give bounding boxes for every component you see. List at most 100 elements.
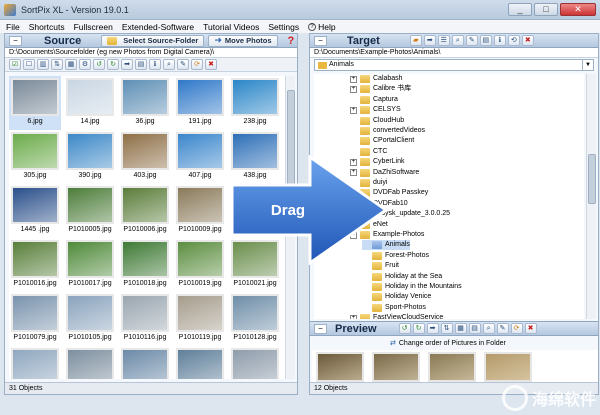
refresh-icon[interactable]: ⟳ <box>191 59 203 70</box>
sync-icon[interactable]: ⟲ <box>507 35 520 46</box>
tree-node[interactable]: convertedVideos <box>350 126 425 136</box>
uncheck-icon[interactable]: ☐ <box>23 59 35 70</box>
chevron-down-icon[interactable]: ▼ <box>582 60 593 70</box>
thumbnail-item[interactable]: 36.jpg <box>119 76 171 130</box>
view-icon[interactable]: ▦ <box>454 323 467 334</box>
tree-node[interactable]: + Calabash <box>350 74 403 84</box>
thumbnail-item[interactable] <box>64 346 116 379</box>
collapse-icon[interactable]: − <box>314 323 327 334</box>
thumbnail-item[interactable]: P1010105.jpg <box>64 292 116 346</box>
thumbnail-item[interactable] <box>174 346 226 379</box>
collapse-icon[interactable]: − <box>314 35 327 46</box>
expand-toggle-icon[interactable]: + <box>350 106 357 114</box>
thumbnail-item[interactable]: P1010005.jpg <box>64 184 116 238</box>
thumbnail-item[interactable] <box>119 346 171 379</box>
move-icon[interactable]: ➡ <box>121 59 133 70</box>
menu-shortcuts[interactable]: Shortcuts <box>29 22 65 32</box>
search-icon[interactable]: ⌕ <box>482 323 495 334</box>
thumbnail-item[interactable]: 390.jpg <box>64 130 116 184</box>
preview-thumbnail[interactable] <box>484 352 532 382</box>
close-button[interactable]: ✕ <box>560 3 596 16</box>
delete-icon[interactable]: ✖ <box>524 323 537 334</box>
expand-toggle-icon[interactable]: + <box>350 75 357 83</box>
tree-node[interactable]: + FastViewCloudService <box>350 313 443 319</box>
preview-thumbnail[interactable] <box>372 352 420 382</box>
thumbnail-item[interactable]: P1010009.jpg <box>174 184 226 238</box>
check-all-icon[interactable]: ☑ <box>9 59 21 70</box>
tree-node[interactable]: + CELSYS <box>350 105 401 115</box>
preview-thumbnail[interactable] <box>428 352 476 382</box>
menu-help[interactable]: ? Help <box>308 22 336 32</box>
edit-icon[interactable]: ✎ <box>496 323 509 334</box>
tree-node[interactable]: Captura <box>350 95 398 105</box>
help-icon[interactable]: ? <box>288 35 295 47</box>
tree-node[interactable]: + Calibre 书库 <box>350 84 411 94</box>
edit-icon[interactable]: ✎ <box>465 35 478 46</box>
delete-icon[interactable]: ✖ <box>521 35 534 46</box>
settings-gear-icon[interactable]: ⚙ <box>79 59 91 70</box>
select-source-folder-button[interactable]: Select Source-Folder <box>101 34 205 47</box>
menu-tutorial-videos[interactable]: Tutorial Videos <box>203 22 259 32</box>
thumbnail-item[interactable]: 403.jpg <box>119 130 171 184</box>
menu-file[interactable]: File <box>6 22 20 32</box>
rotate-right-icon[interactable]: ↻ <box>412 323 425 334</box>
minimize-button[interactable]: _ <box>508 3 532 16</box>
tree-node[interactable]: Holiday in the Mountains <box>362 282 462 292</box>
move-icon[interactable]: ➡ <box>426 323 439 334</box>
document-icon[interactable]: ▤ <box>135 59 147 70</box>
collapse-icon[interactable]: − <box>9 35 22 46</box>
rotate-left-icon[interactable]: ↺ <box>93 59 105 70</box>
scrollbar-thumb[interactable] <box>588 154 596 204</box>
tree-node[interactable]: Holiday at the Sea <box>362 272 442 282</box>
menu-fullscreen[interactable]: Fullscreen <box>74 22 113 32</box>
thumbnail-item[interactable]: P1010119.jpg <box>174 292 226 346</box>
delete-icon[interactable]: ✖ <box>205 59 217 70</box>
info-icon[interactable]: ℹ <box>149 59 161 70</box>
document-icon[interactable]: ▤ <box>479 35 492 46</box>
compare-icon[interactable]: ▥ <box>37 59 49 70</box>
expand-toggle-icon[interactable]: + <box>350 85 357 93</box>
edit-icon[interactable]: ✎ <box>177 59 189 70</box>
search-icon[interactable]: ⌕ <box>163 59 175 70</box>
sort-icon[interactable]: ⇅ <box>440 323 453 334</box>
list-icon[interactable]: ☰ <box>437 35 450 46</box>
sort-icon[interactable]: ⇅ <box>51 59 63 70</box>
menu-settings[interactable]: Settings <box>268 22 299 32</box>
preview-thumbnail[interactable] <box>316 352 364 382</box>
thumbnail-item[interactable]: P1010116.jpg <box>119 292 171 346</box>
thumbnail-item[interactable]: 6.jpg <box>9 76 61 130</box>
tree-node[interactable]: CPortalClient <box>350 136 414 146</box>
thumbnail-item[interactable]: 238.jpg <box>229 76 281 130</box>
thumbnail-item[interactable] <box>229 346 281 379</box>
thumbnail-item[interactable] <box>9 346 61 379</box>
view-icon[interactable]: ▦ <box>65 59 77 70</box>
thumbnail-item[interactable]: 407.jpg <box>174 130 226 184</box>
thumbnail-item[interactable]: P1010006.jpg <box>119 184 171 238</box>
target-folder-select[interactable]: Animals ▼ <box>314 59 594 71</box>
thumbnail-item[interactable]: P1010018.jpg <box>119 238 171 292</box>
search-icon[interactable]: ⌕ <box>451 35 464 46</box>
expand-toggle-icon[interactable]: + <box>350 314 357 319</box>
tree-node[interactable]: CloudHub <box>350 116 404 126</box>
tree-node[interactable]: Sport-Photos <box>362 303 426 313</box>
thumbnail-item[interactable]: P1010019.jpg <box>174 238 226 292</box>
change-order-button[interactable]: ⇄ Change order of Pictures in Folder <box>390 338 506 348</box>
thumbnail-item[interactable]: P1010128.jpg <box>229 292 281 346</box>
refresh-icon[interactable]: ⟳ <box>510 323 523 334</box>
rotate-left-icon[interactable]: ↺ <box>398 323 411 334</box>
thumbnail-item[interactable]: P1010017.jpg <box>64 238 116 292</box>
tree-scrollbar[interactable] <box>586 74 596 319</box>
move-photos-button[interactable]: ➜ Move Photos <box>208 34 278 47</box>
tree-node[interactable]: Holiday Venice <box>362 292 431 302</box>
thumbnail-item[interactable]: 14.jpg <box>64 76 116 130</box>
thumbnail-item[interactable]: P1010016.jpg <box>9 238 61 292</box>
rotate-right-icon[interactable]: ↻ <box>107 59 119 70</box>
move-icon[interactable]: ➡ <box>423 35 436 46</box>
thumbnail-item[interactable]: 305.jpg <box>9 130 61 184</box>
thumbnail-item[interactable]: 1445 .jpg <box>9 184 61 238</box>
document-icon[interactable]: ▤ <box>468 323 481 334</box>
thumbnail-item[interactable]: P1010079.jpg <box>9 292 61 346</box>
menu-extended-software[interactable]: Extended-Software <box>122 22 194 32</box>
thumbnail-item[interactable]: 191.jpg <box>174 76 226 130</box>
new-folder-icon[interactable]: ▰ <box>409 35 422 46</box>
